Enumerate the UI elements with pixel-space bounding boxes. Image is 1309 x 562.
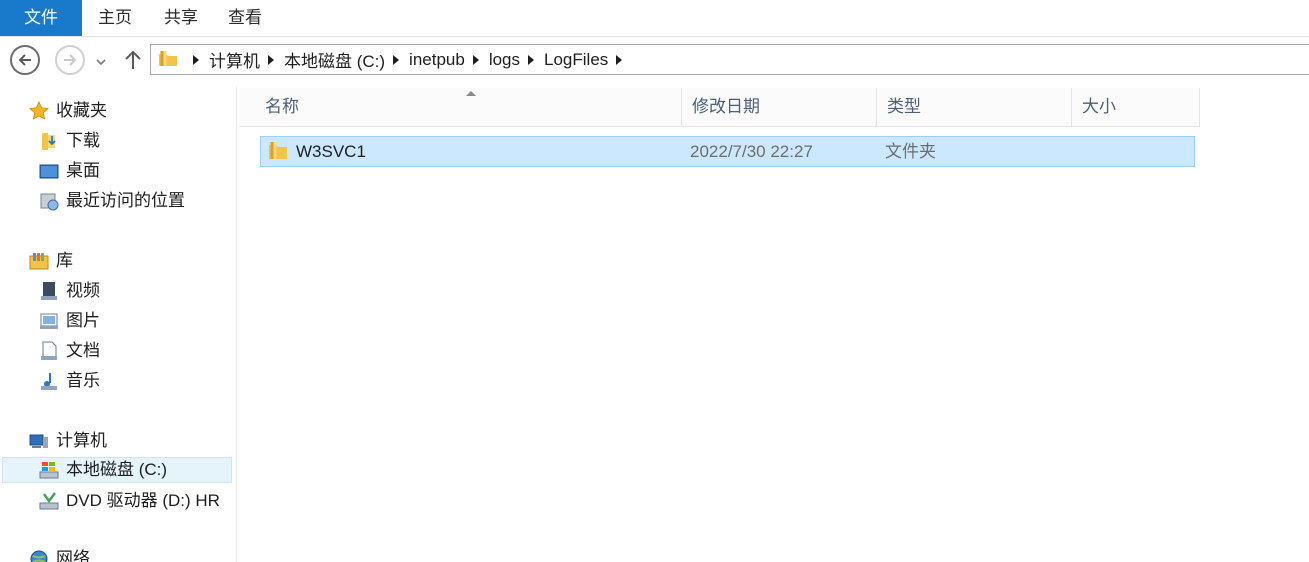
star-icon [29, 101, 49, 120]
nav-videos[interactable]: 视频 [38, 278, 100, 304]
nav-music[interactable]: 音乐 [38, 368, 100, 394]
nav-pictures-label: 图片 [66, 311, 100, 330]
recent-locations-dropdown[interactable] [96, 53, 106, 71]
breadcrumb-chevron-icon[interactable] [528, 54, 535, 65]
breadcrumb-local-disk[interactable]: 本地磁盘 (C:) [284, 47, 385, 72]
nav-recent-places-label: 最近访问的位置 [66, 191, 185, 210]
breadcrumb-logs[interactable]: logs [489, 50, 520, 70]
arrow-up-icon [125, 50, 141, 69]
breadcrumb-chevron-icon[interactable] [268, 54, 274, 65]
breadcrumb-chevron-icon[interactable] [472, 54, 479, 65]
nav-downloads[interactable]: 下载 [38, 128, 100, 154]
file-name: W3SVC1 [296, 142, 366, 161]
navigation-bar: 计算机 本地磁盘 (C:) inetpub logs LogFiles [0, 37, 1309, 85]
file-list: 名称 修改日期 类型 大小 W3SVC1 2022/7/30 22:27 文件夹 [237, 86, 1309, 562]
address-bar[interactable]: 计算机 本地磁盘 (C:) inetpub logs LogFiles [150, 44, 1309, 75]
documents-icon [41, 341, 57, 360]
breadcrumb-chevron-icon[interactable] [193, 54, 199, 65]
desktop-icon [39, 164, 59, 179]
libraries-icon [29, 253, 49, 270]
nav-libraries[interactable]: 库 [28, 248, 73, 274]
nav-computer[interactable]: 计算机 [28, 428, 107, 454]
up-button[interactable] [123, 49, 143, 76]
nav-libraries-label: 库 [56, 251, 73, 270]
back-button[interactable] [10, 45, 40, 75]
nav-dvd-drive-label: DVD 驱动器 (D:) HR [66, 491, 220, 510]
breadcrumb-chevron-icon[interactable] [616, 54, 623, 65]
breadcrumb-chevron-icon[interactable] [393, 54, 400, 65]
file-modified-date: 2022/7/30 22:27 [690, 142, 813, 161]
nav-network[interactable]: 网络 [28, 546, 90, 562]
nav-recent-places[interactable]: 最近访问的位置 [38, 188, 185, 214]
recent-places-icon [40, 193, 59, 211]
arrow-left-icon [18, 54, 31, 66]
nav-favorites[interactable]: 收藏夹 [28, 98, 107, 124]
tab-share[interactable]: 共享 [162, 0, 200, 36]
file-type: 文件夹 [885, 142, 936, 161]
column-headers: 名称 修改日期 类型 大小 [239, 88, 1200, 127]
nav-computer-label: 计算机 [56, 431, 107, 450]
column-header-name[interactable]: 名称 [255, 88, 682, 126]
videos-icon [41, 282, 57, 300]
nav-downloads-label: 下载 [66, 131, 100, 150]
navigation-pane: 收藏夹 下载 桌面 最近访问的位置 库 视频 图片 文档 音乐 计算机 本地磁盘… [0, 86, 237, 562]
column-header-date[interactable]: 修改日期 [682, 88, 877, 126]
computer-icon [29, 434, 48, 448]
nav-documents[interactable]: 文档 [38, 338, 100, 364]
tab-file[interactable]: 文件 [0, 0, 82, 36]
folder-icon [159, 51, 177, 66]
nav-videos-label: 视频 [66, 281, 100, 300]
nav-network-label: 网络 [56, 549, 90, 562]
breadcrumb-computer[interactable]: 计算机 [209, 47, 260, 72]
file-row[interactable]: W3SVC1 2022/7/30 22:27 文件夹 [260, 136, 1195, 167]
nav-desktop-label: 桌面 [66, 161, 100, 180]
dvd-drive-icon [39, 492, 59, 510]
nav-desktop[interactable]: 桌面 [38, 158, 100, 184]
chevron-down-icon [96, 59, 106, 66]
network-icon [30, 550, 48, 562]
music-icon [41, 373, 57, 390]
folder-icon [269, 142, 287, 159]
tab-home[interactable]: 主页 [96, 0, 134, 36]
nav-music-label: 音乐 [66, 371, 100, 390]
nav-dvd-drive[interactable]: DVD 驱动器 (D:) HR [38, 488, 220, 514]
breadcrumb: 计算机 本地磁盘 (C:) inetpub logs LogFiles [185, 45, 632, 74]
breadcrumb-logfiles[interactable]: LogFiles [544, 50, 608, 70]
pictures-icon [40, 313, 58, 329]
nav-pictures[interactable]: 图片 [38, 308, 100, 334]
column-header-size[interactable]: 大小 [1072, 88, 1200, 126]
forward-button[interactable] [55, 45, 85, 75]
ribbon: 文件 主页 共享 查看 [0, 0, 1309, 37]
nav-local-disk[interactable]: 本地磁盘 (C:) [2, 457, 232, 483]
nav-documents-label: 文档 [66, 341, 100, 360]
arrow-right-icon [64, 54, 77, 66]
tab-view[interactable]: 查看 [226, 0, 264, 36]
drive-c-icon [39, 462, 59, 479]
nav-local-disk-label: 本地磁盘 (C:) [66, 460, 168, 479]
column-header-type[interactable]: 类型 [877, 88, 1072, 126]
downloads-folder-icon [42, 133, 56, 150]
nav-favorites-label: 收藏夹 [56, 101, 107, 120]
breadcrumb-inetpub[interactable]: inetpub [409, 50, 465, 70]
